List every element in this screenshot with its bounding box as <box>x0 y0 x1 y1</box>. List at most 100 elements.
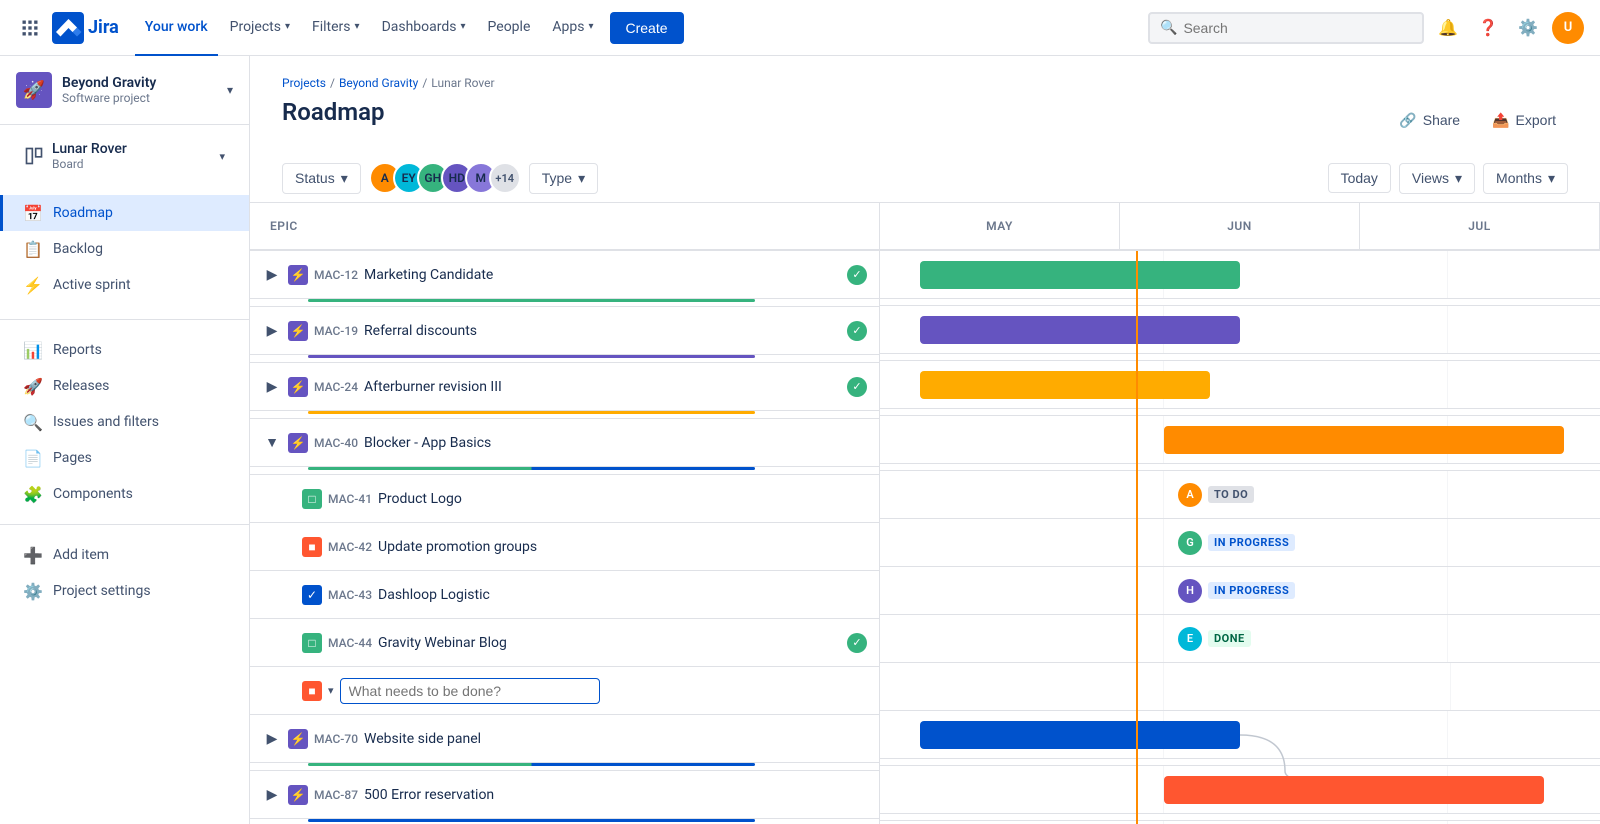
month-cell-jul <box>1448 567 1600 614</box>
nav-dashboards[interactable]: Dashboards ▾ <box>372 0 476 56</box>
bar-mac87[interactable] <box>1164 776 1544 804</box>
notifications-button[interactable]: 🔔 <box>1432 12 1464 44</box>
status-filter-button[interactable]: Status ▾ <box>282 163 361 194</box>
bar-mac12[interactable] <box>920 261 1240 289</box>
settings-button[interactable]: ⚙️ <box>1512 12 1544 44</box>
project-name: Beyond Gravity <box>62 75 217 92</box>
underline-spacer <box>880 299 1600 306</box>
nav-filters[interactable]: Filters ▾ <box>302 0 370 56</box>
epic-type-icon: ⚡ <box>288 377 308 397</box>
epic-type-icon: ⚡ <box>288 321 308 341</box>
views-button[interactable]: Views ▾ <box>1399 163 1475 194</box>
type-filter-button[interactable]: Type ▾ <box>529 163 598 194</box>
today-button[interactable]: Today <box>1328 163 1391 193</box>
help-button[interactable]: ❓ <box>1472 12 1504 44</box>
search-box[interactable]: 🔍 <box>1148 12 1424 44</box>
what-needs-input[interactable] <box>340 678 600 704</box>
share-button[interactable]: 🔗 Share <box>1387 106 1472 135</box>
export-button[interactable]: 📤 Export <box>1480 106 1568 135</box>
month-cell-jul <box>1448 251 1600 298</box>
expand-icon[interactable]: ▶ <box>262 321 282 341</box>
epic-rows: ▶ ⚡ MAC-12 Marketing Candidate ✓ ▶ <box>250 251 879 824</box>
epic-cell-mac87: ▶ ⚡ MAC-87 500 Error reservation <box>250 771 879 818</box>
expand-icon[interactable]: ▶ <box>262 265 282 285</box>
releases-icon: 🚀 <box>23 376 43 396</box>
expand-icon[interactable]: ▼ <box>262 433 282 453</box>
sidebar-item-roadmap[interactable]: 📅 Roadmap <box>0 195 249 231</box>
input-type-icon: ■ <box>302 681 322 701</box>
epic-row-mac42: ■ MAC-42 Update promotion groups <box>250 523 879 571</box>
epic-type-icon: ⚡ <box>288 785 308 805</box>
epic-type-icon: ⚡ <box>288 729 308 749</box>
underline-bar <box>308 467 755 470</box>
expand-icon[interactable]: ▶ <box>262 377 282 397</box>
nav-people[interactable]: People <box>478 0 541 56</box>
issues-icon: 🔍 <box>23 412 43 432</box>
user-avatar[interactable]: U <box>1552 12 1584 44</box>
sidebar-item-components[interactable]: 🧩 Components <box>0 476 249 512</box>
status-mac41: A TO DO <box>1170 479 1262 511</box>
underline-spacer <box>880 759 1600 766</box>
months-button[interactable]: Months ▾ <box>1483 163 1568 194</box>
search-input[interactable] <box>1183 20 1412 36</box>
story-icon: □ <box>302 633 322 653</box>
create-button[interactable]: Create <box>610 12 684 44</box>
sidebar-item-project-settings[interactable]: ⚙️ Project settings <box>0 573 249 609</box>
chevron-down-icon: ▾ <box>588 21 593 32</box>
sidebar-item-issues[interactable]: 🔍 Issues and filters <box>0 404 249 440</box>
epic-column-header: Epic <box>250 203 879 251</box>
epic-cell-mac43: ✓ MAC-43 Dashloop Logistic <box>250 571 879 618</box>
sidebar-item-backlog[interactable]: 📋 Backlog <box>0 231 249 267</box>
status-done-icon: ✓ <box>847 321 867 341</box>
expand-icon[interactable]: ▶ <box>262 729 282 749</box>
sidebar-item-add[interactable]: ➕ Add item <box>0 537 249 573</box>
grid-menu-icon[interactable] <box>16 14 44 42</box>
timeline-row-mac12 <box>880 251 1600 299</box>
epic-underline-mac19 <box>250 355 879 363</box>
avatar-mac42: G <box>1178 531 1202 555</box>
breadcrumb-lunar-rover: Lunar Rover <box>431 76 494 90</box>
breadcrumb-beyond-gravity[interactable]: Beyond Gravity <box>339 76 418 90</box>
task-icon: ✓ <box>302 585 322 605</box>
underline-bar <box>308 355 755 358</box>
breadcrumb-projects[interactable]: Projects <box>282 76 326 90</box>
page-title: Roadmap <box>282 98 384 126</box>
jira-logo[interactable]: Jira <box>52 12 119 44</box>
chevron-down-icon: ▾ <box>1455 170 1462 187</box>
bar-mac70[interactable] <box>920 721 1240 749</box>
nav-apps[interactable]: Apps ▾ <box>542 0 603 56</box>
bar-mac40[interactable] <box>1164 426 1564 454</box>
chevron-down-icon: ▾ <box>578 170 585 187</box>
month-cell-jul <box>1448 361 1600 408</box>
avatar-more[interactable]: +14 <box>489 162 521 194</box>
today-line <box>1136 251 1138 824</box>
sidebar-item-reports[interactable]: 📊 Reports <box>0 332 249 368</box>
month-cell-jul <box>1448 519 1600 566</box>
sidebar-item-releases[interactable]: 🚀 Releases <box>0 368 249 404</box>
expand-icon[interactable]: ▶ <box>262 785 282 805</box>
topnav-right-section: 🔍 🔔 ❓ ⚙️ U <box>1148 12 1584 44</box>
board-selector[interactable]: Lunar Rover Board ▾ <box>16 133 233 179</box>
status-mac43: H IN PROGRESS <box>1170 575 1303 607</box>
underline-bar <box>308 299 755 302</box>
chevron-down-icon: ▾ <box>285 21 290 32</box>
status-done-icon: ✓ <box>847 265 867 285</box>
what-needs-field[interactable] <box>349 683 591 699</box>
epic-underline-mac12 <box>250 299 879 307</box>
avatar-group: A EY GH HD M +14 <box>369 162 521 194</box>
timeline-body: A TO DO G IN PROGRESS <box>880 251 1600 824</box>
sidebar-item-pages[interactable]: 📄 Pages <box>0 440 249 476</box>
status-label-mac44: DONE <box>1208 630 1251 647</box>
bar-mac19[interactable] <box>920 316 1240 344</box>
epic-cell-input: ■ ▾ <box>250 667 879 714</box>
nav-your-work[interactable]: Your work <box>135 0 218 56</box>
chevron-icon: ▾ <box>328 684 334 697</box>
epic-row-mac87: ▶ ⚡ MAC-87 500 Error reservation <box>250 771 879 819</box>
project-selector[interactable]: 🚀 Beyond Gravity Software project ▾ <box>0 56 249 125</box>
sidebar-item-active-sprint[interactable]: ⚡ Active sprint <box>0 267 249 303</box>
logo-text: Jira <box>88 17 119 38</box>
board-section: Lunar Rover Board ▾ <box>0 125 249 187</box>
month-cell-jun <box>1167 663 1451 710</box>
bar-mac24[interactable] <box>920 371 1210 399</box>
nav-projects[interactable]: Projects ▾ <box>220 0 300 56</box>
